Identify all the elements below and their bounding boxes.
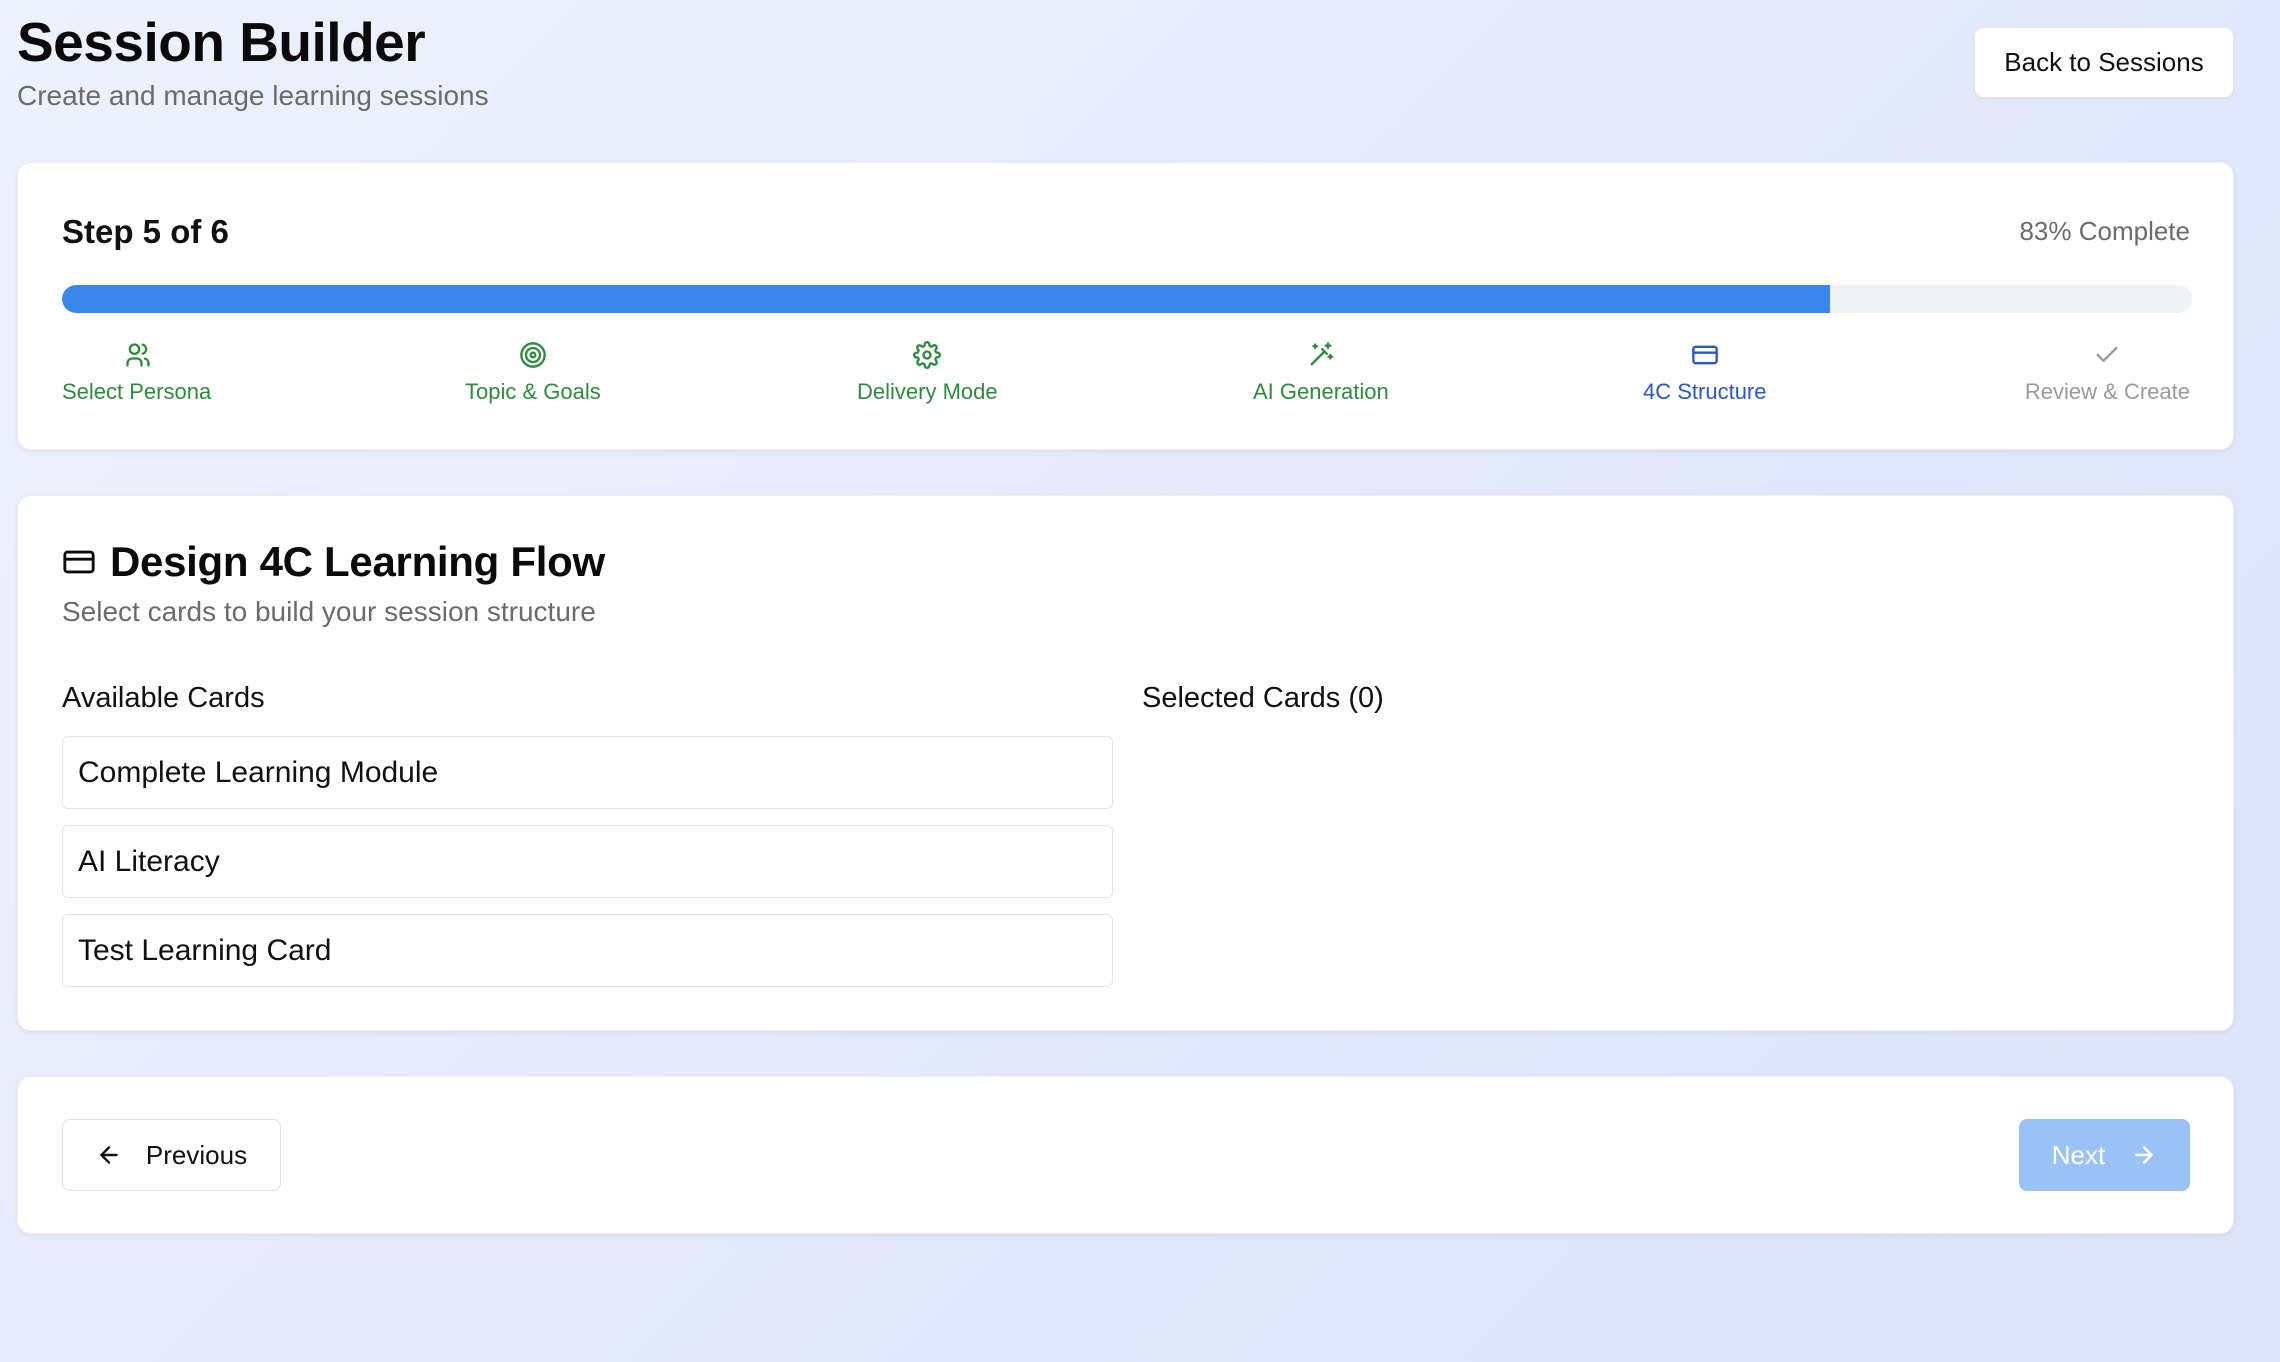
next-label: Next (2051, 1139, 2106, 1170)
step-4c-structure[interactable]: 4C Structure (1643, 341, 1767, 405)
progress-bar-fill (62, 285, 1830, 313)
card-icon (1691, 345, 1718, 365)
step-label: AI Generation (1253, 379, 1389, 404)
users-icon (126, 343, 150, 367)
previous-button[interactable]: Previous (62, 1119, 281, 1191)
available-cards-heading: Available Cards (62, 682, 265, 714)
step-ai-generation[interactable]: AI Generation (1253, 341, 1389, 405)
available-card-item[interactable]: AI Literacy (62, 825, 1113, 898)
learning-flow-card: Design 4C Learning Flow Select cards to … (17, 495, 2234, 1031)
page-subtitle: Create and manage learning sessions (17, 80, 489, 111)
progress-bar (62, 285, 2192, 313)
step-label: Delivery Mode (857, 379, 998, 404)
flow-title: Design 4C Learning Flow (110, 538, 605, 585)
flow-subtitle: Select cards to build your session struc… (62, 596, 596, 627)
magic-wand-icon (1310, 342, 1334, 366)
previous-label: Previous (145, 1139, 248, 1170)
back-to-sessions-button[interactable]: Back to Sessions (1974, 27, 2234, 98)
step-delivery-mode[interactable]: Delivery Mode (857, 341, 998, 405)
step-select-persona[interactable]: Select Persona (62, 341, 211, 405)
step-indicator: Step 5 of 6 (62, 213, 229, 250)
arrow-right-icon (2135, 1146, 2154, 1164)
step-label: Select Persona (62, 379, 212, 404)
step-label: Topic & Goals (465, 379, 601, 404)
available-card-item[interactable]: Test Learning Card (62, 914, 1113, 987)
next-button[interactable]: Next (2019, 1119, 2190, 1191)
page-title: Session Builder (17, 11, 426, 73)
step-label: Review & Create (2024, 379, 2190, 404)
step-label: 4C Structure (1643, 379, 1767, 404)
arrow-left-icon (100, 1146, 118, 1164)
selected-cards-heading: Selected Cards (0) (1142, 682, 1384, 714)
check-icon (2096, 346, 2118, 362)
progress-card: Step 5 of 6 83% Complete Select Persona … (17, 162, 2234, 450)
card-icon (63, 550, 95, 574)
step-review-create[interactable]: Review & Create (2025, 341, 2190, 405)
percent-complete: 83% Complete (2019, 216, 2190, 246)
available-card-item[interactable]: Complete Learning Module (62, 736, 1113, 809)
navigation-card: Previous Next (17, 1076, 2234, 1234)
target-icon (520, 342, 546, 368)
selected-cards-list[interactable] (1142, 736, 2192, 987)
flow-title-row: Design 4C Learning Flow (62, 538, 605, 586)
gear-icon (913, 341, 942, 369)
step-topic-goals[interactable]: Topic & Goals (465, 341, 601, 405)
